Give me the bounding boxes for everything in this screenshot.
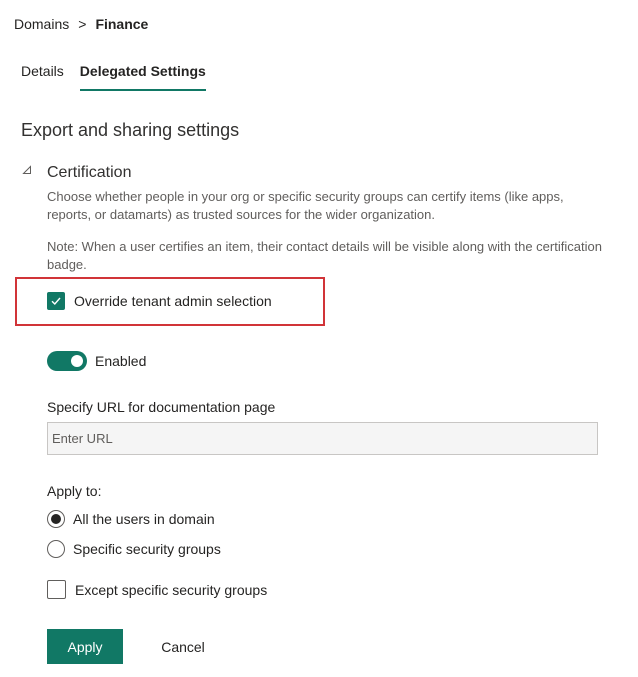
- radio-specific-groups[interactable]: Specific security groups: [47, 540, 221, 558]
- enabled-toggle-row: Enabled: [47, 351, 146, 371]
- url-input[interactable]: [47, 422, 598, 455]
- radio-all-users-button[interactable]: [47, 510, 65, 528]
- override-tenant-checkbox-row[interactable]: Override tenant admin selection: [47, 292, 272, 310]
- certification-note: Note: When a user certifies an item, the…: [47, 239, 602, 272]
- breadcrumb-separator: >: [78, 16, 87, 32]
- radio-specific-groups-button[interactable]: [47, 540, 65, 558]
- url-label: Specify URL for documentation page: [47, 399, 276, 415]
- override-label: Override tenant admin selection: [74, 293, 272, 309]
- except-checkbox[interactable]: [47, 580, 66, 599]
- certification-title: Certification: [47, 164, 132, 181]
- toggle-label: Enabled: [95, 353, 147, 369]
- radio-selected-dot: [51, 514, 61, 524]
- override-checkbox[interactable]: [47, 292, 65, 310]
- apply-button[interactable]: Apply: [47, 629, 123, 664]
- breadcrumb-current: Finance: [95, 16, 149, 32]
- enabled-toggle[interactable]: [47, 351, 87, 371]
- except-groups-checkbox-row[interactable]: Except specific security groups: [47, 580, 267, 599]
- cancel-button[interactable]: Cancel: [150, 629, 216, 664]
- toggle-knob: [71, 355, 83, 367]
- except-label: Except specific security groups: [75, 581, 268, 598]
- radio-specific-groups-label: Specific security groups: [73, 541, 221, 557]
- radio-all-users[interactable]: All the users in domain: [47, 510, 215, 528]
- collapse-triangle-icon[interactable]: [22, 164, 32, 178]
- radio-all-users-label: All the users in domain: [73, 511, 215, 527]
- section-title: Export and sharing settings: [21, 120, 240, 140]
- tab-delegated-settings[interactable]: Delegated Settings: [79, 63, 206, 91]
- tab-details[interactable]: Details: [21, 63, 64, 91]
- apply-to-label: Apply to:: [47, 483, 102, 499]
- tab-bar: Details Delegated Settings: [21, 63, 222, 91]
- checkmark-icon: [51, 297, 61, 306]
- breadcrumb: Domains > Finance: [14, 16, 148, 32]
- breadcrumb-domains-link[interactable]: Domains: [14, 16, 69, 32]
- certification-description: Choose whether people in your org or spe…: [47, 189, 564, 222]
